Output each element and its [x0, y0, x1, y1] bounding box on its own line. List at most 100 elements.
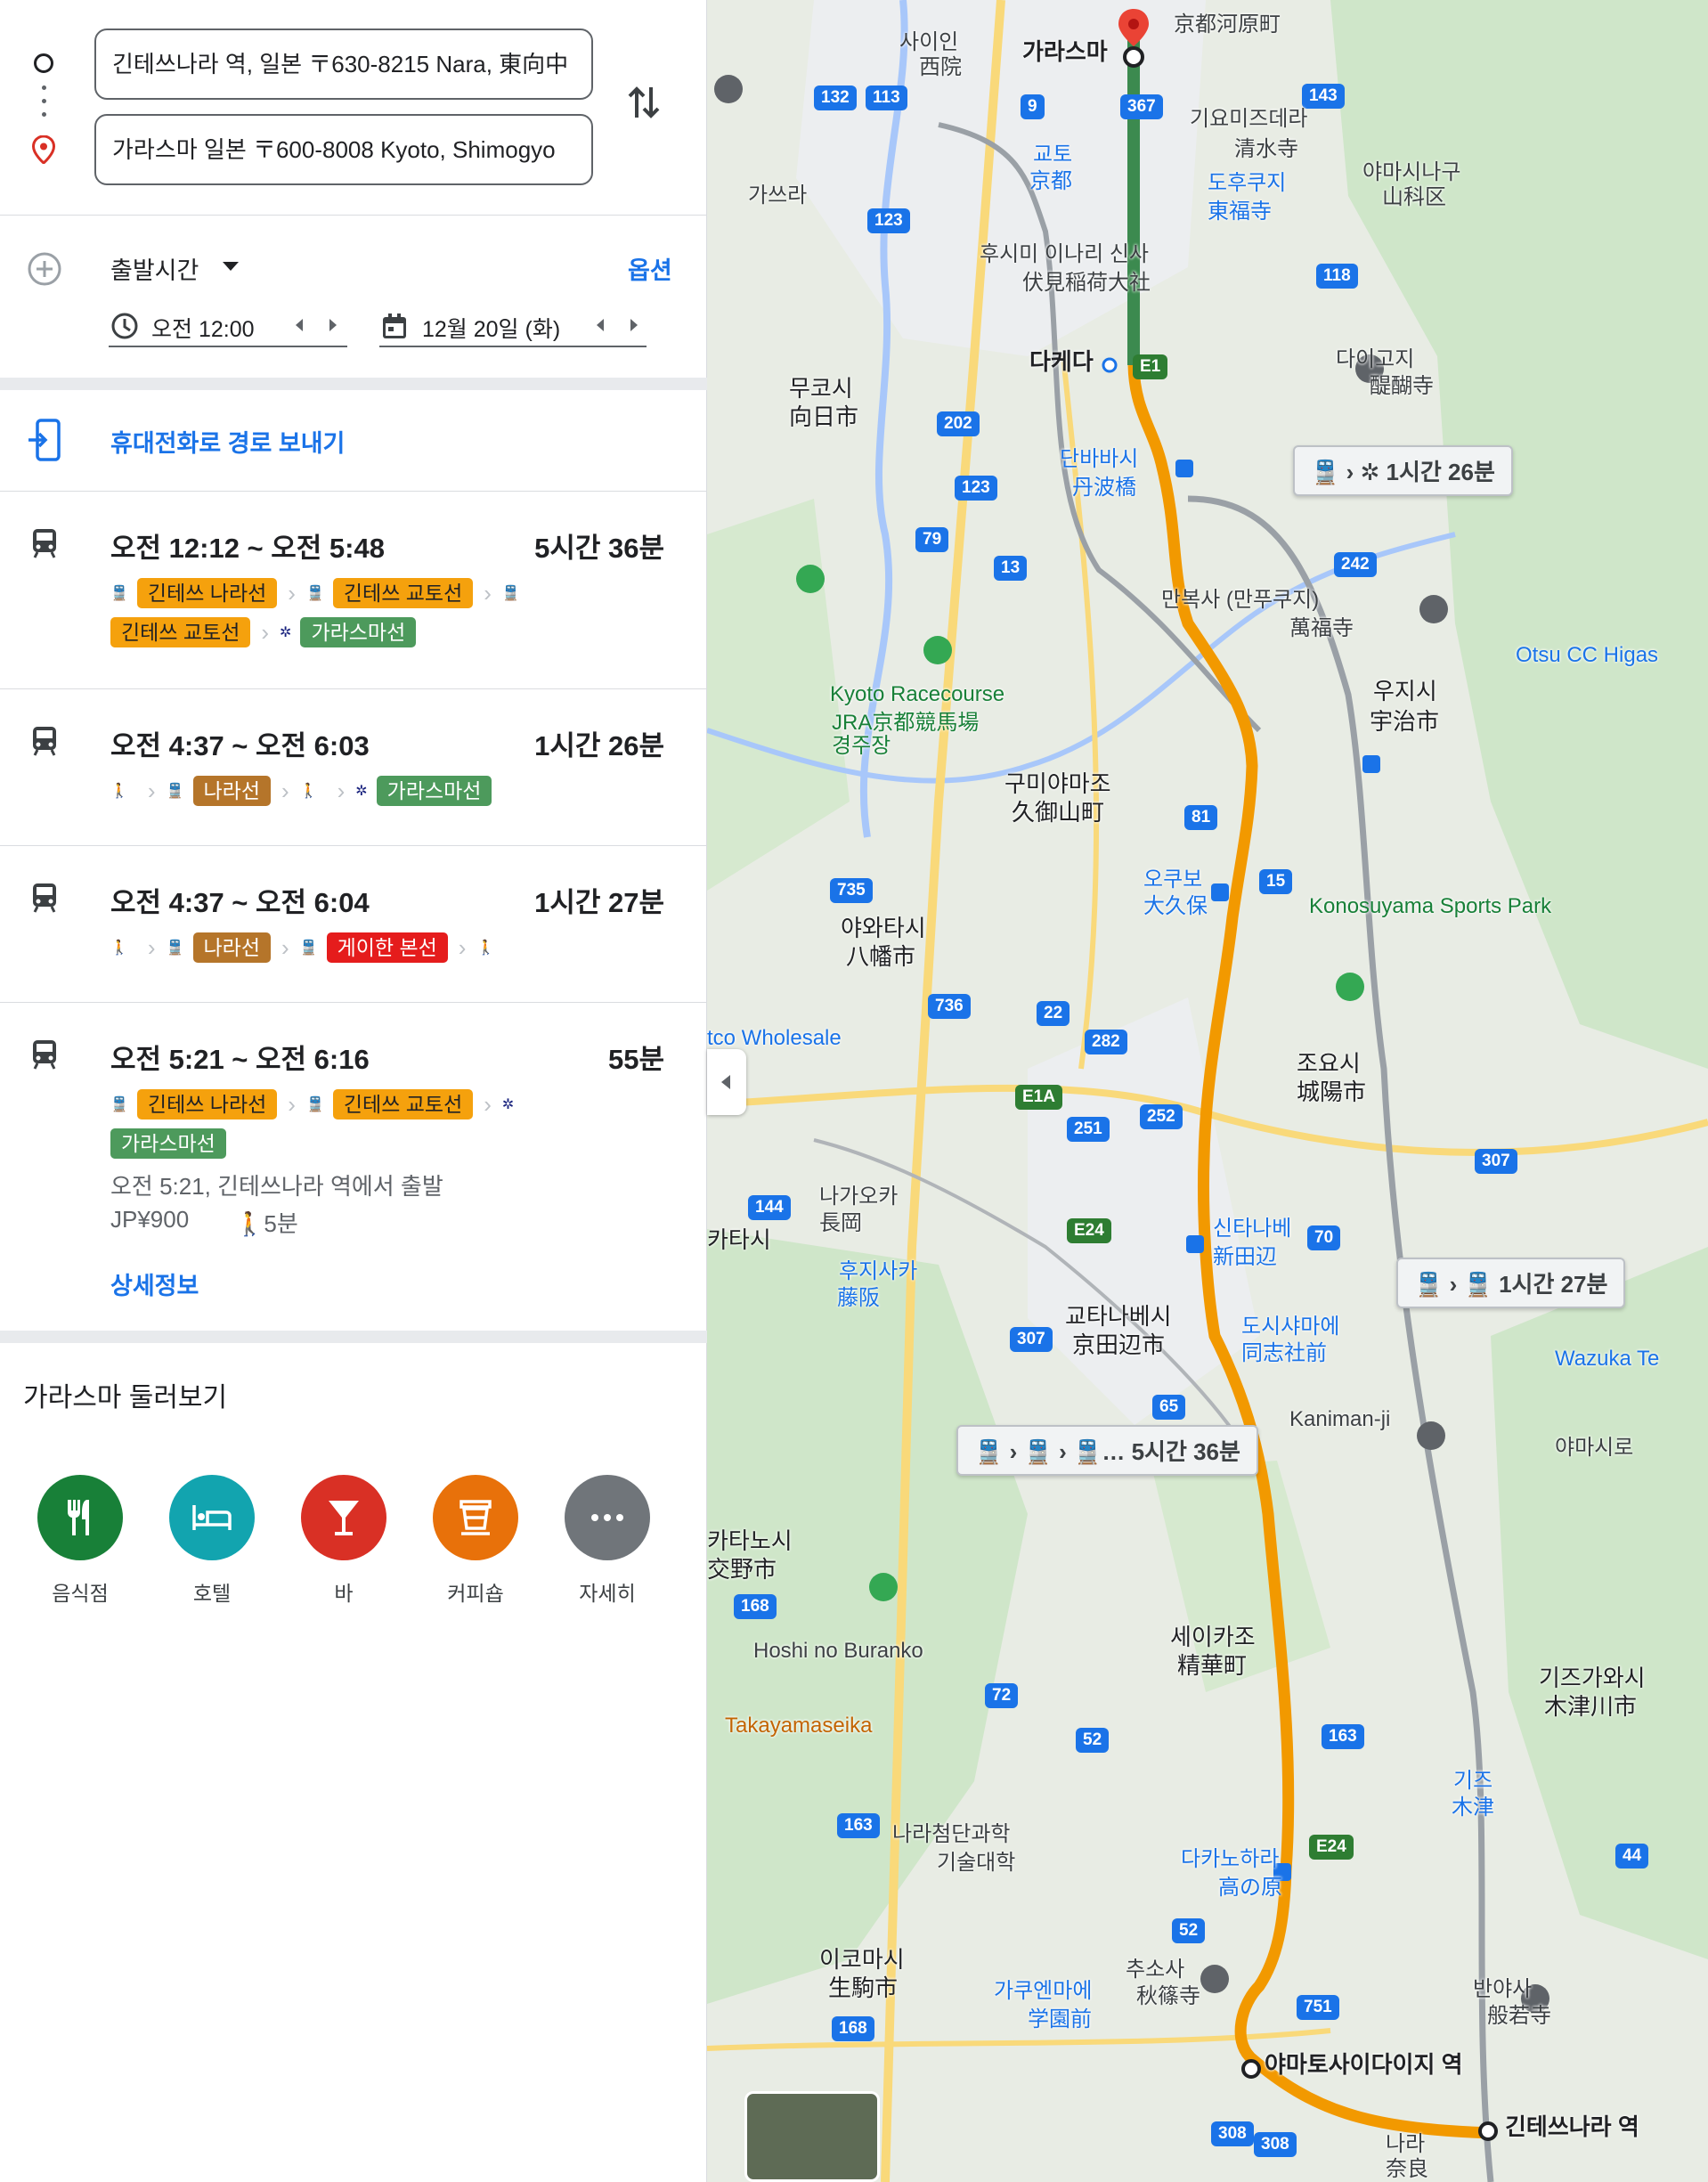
map-label: 精華町: [1177, 1652, 1248, 1679]
route-option-3[interactable]: 오전 4:37 ~ 오전 6:04 1시간 27분 🚶 › 🚆 나라선 › 🚆 …: [0, 846, 707, 1003]
route-shield: 168: [832, 2016, 874, 2041]
walk-icon: 🚶: [110, 784, 128, 799]
category-restaurant[interactable]: 음식점: [36, 1475, 125, 1607]
train-icon: 🚆: [299, 940, 318, 956]
category-label: 음식점: [52, 1582, 109, 1605]
train-icon: [33, 883, 56, 913]
map-label: 奈良: [1386, 2157, 1428, 2181]
route-shield: 15: [1259, 869, 1293, 894]
line-badge: 가라스마선: [376, 776, 492, 806]
route-shield: 72: [985, 1683, 1019, 1708]
send-to-phone-label: 휴대전화로 경로 보내기: [110, 430, 346, 457]
train-icon: 🚆: [501, 586, 520, 601]
add-destination-icon[interactable]: [27, 251, 62, 287]
destination-input[interactable]: 가라스마 일본 〒600-8008 Kyoto, Shimogyo: [94, 114, 593, 185]
category-bar[interactable]: 바: [299, 1475, 388, 1607]
map-label: 이코마시: [819, 1946, 905, 1973]
departure-mode-dropdown[interactable]: 출발시간: [110, 251, 199, 286]
route-shield: 163: [837, 1813, 880, 1838]
route-callout-3[interactable]: 🚆 › 🚆 › 🚆… 5시간 36분: [956, 1425, 1258, 1476]
category-hotel[interactable]: 호텔: [167, 1475, 256, 1607]
options-button[interactable]: 옵션: [628, 251, 672, 286]
route-shield: 308: [1254, 2132, 1297, 2157]
time-value: 오전 12:00: [151, 317, 255, 342]
map-label: 야마시나구: [1362, 160, 1461, 184]
subway-icon: ✲: [355, 784, 368, 799]
map-label: 추소사: [1126, 1958, 1185, 1982]
clock-icon: [111, 313, 138, 339]
train-icon: 🚆: [305, 586, 324, 601]
map[interactable]: 132 113 9 367 143 123 118 E1 202 123 242…: [707, 0, 1708, 2182]
route-shield: 308: [1211, 2121, 1254, 2146]
map-label: 만복사 (만푸쿠지): [1161, 588, 1320, 612]
line-badge: 긴테쓰 교토선: [332, 578, 474, 608]
route-shield: 22: [1037, 1001, 1070, 1026]
fare: JP¥900: [110, 1206, 190, 1233]
route-shield: 168: [734, 1594, 777, 1619]
send-to-phone-button[interactable]: 휴대전화로 경로 보내기: [0, 390, 707, 492]
map-label: 山科区: [1382, 185, 1446, 209]
category-label: 자세히: [579, 1582, 636, 1605]
map-label: 다이고지: [1336, 347, 1415, 371]
time-prev-icon[interactable]: [296, 319, 303, 331]
date-next-icon[interactable]: [630, 319, 638, 331]
time-next-icon[interactable]: [329, 319, 337, 331]
details-link[interactable]: 상세정보: [110, 1266, 199, 1301]
map-label: 長岡: [819, 1211, 862, 1235]
divider: [0, 1331, 707, 1343]
route-callout-1[interactable]: 🚆 › ✲ 1시간 26분: [1293, 445, 1513, 496]
map-label: 기요미즈데라: [1190, 107, 1308, 131]
map-label: 丹波橋: [1072, 476, 1136, 500]
route-times: 오전 12:12 ~ 오전 5:48: [110, 533, 385, 564]
chevron-right-icon: ›: [337, 777, 346, 804]
swap-icon[interactable]: [626, 82, 662, 123]
map-label: 新田辺: [1213, 1245, 1277, 1269]
route-shield: 123: [955, 476, 997, 501]
route-option-1[interactable]: 오전 12:12 ~ 오전 5:48 5시간 36분 🚆 긴테쓰 나라선 › 🚆…: [0, 492, 707, 689]
map-label: 나라첨단과학: [892, 1822, 1011, 1846]
train-icon: 🚆: [166, 940, 184, 956]
train-icon: 🚆 › 🚆 › 🚆…: [974, 1438, 1132, 1465]
map-label: 醍醐寺: [1370, 374, 1434, 398]
route-steps: 🚆 긴테쓰 나라선 › 🚆 긴테쓰 교토선 › ✲ 가라스마선: [110, 1085, 680, 1163]
route-option-4[interactable]: 오전 5:21 ~ 오전 6:16 55분 🚆 긴테쓰 나라선 › 🚆 긴테쓰 …: [0, 1003, 707, 1336]
walk-duration: 🚶5분: [235, 1206, 298, 1239]
chevron-down-icon[interactable]: [223, 262, 239, 271]
map-label: 京田辺市: [1072, 1331, 1166, 1358]
date-prev-icon[interactable]: [597, 319, 604, 331]
map-label: 木津: [1452, 1795, 1494, 1820]
route-shield: 282: [1085, 1030, 1127, 1054]
chevron-left-icon: [721, 1075, 730, 1089]
category-more[interactable]: 자세히: [563, 1475, 652, 1607]
route-callout-2[interactable]: 🚆 › 🚆 1시간 27분: [1396, 1258, 1626, 1308]
collapse-panel-button[interactable]: [707, 1049, 746, 1115]
station-label-yamato: 야마토사이다이지 역: [1265, 2051, 1463, 2078]
map-label: 후지사카: [839, 1259, 918, 1283]
map-label: 東福寺: [1208, 199, 1272, 224]
map-label: 伏見稲荷大社: [1022, 271, 1151, 295]
line-badge: 게이한 본선: [326, 932, 448, 963]
origin-circle-icon: [34, 53, 53, 73]
map-label: 세이카조: [1170, 1624, 1256, 1650]
train-icon: [33, 727, 56, 756]
route-option-2[interactable]: 오전 4:37 ~ 오전 6:03 1시간 26분 🚶 › 🚆 나라선 › 🚶 …: [0, 689, 707, 846]
map-label: 生駒市: [828, 1974, 899, 2001]
line-badge: 가라스마선: [300, 617, 417, 647]
callout-duration: 1시간 27분: [1499, 1271, 1608, 1298]
map-label: 西院: [919, 55, 962, 79]
map-label: 京都: [1029, 169, 1072, 193]
map-label: Kyoto Racecourse: [830, 682, 1005, 706]
map-label: 清水寺: [1234, 137, 1298, 161]
line-badge: 나라선: [192, 932, 271, 963]
date-picker[interactable]: 12월 20일 (화): [379, 306, 647, 347]
subway-icon: ✲: [280, 625, 292, 640]
route-times: 오전 4:37 ~ 오전 6:04: [110, 887, 370, 918]
route-times: 오전 5:21 ~ 오전 6:16: [110, 1044, 370, 1075]
satellite-layer-thumbnail[interactable]: [744, 2091, 880, 2182]
origin-input[interactable]: 긴테쓰나라 역, 일본 〒630-8215 Nara, 東向中: [94, 28, 593, 100]
category-coffee[interactable]: 커피숍: [431, 1475, 520, 1607]
time-picker[interactable]: 오전 12:00: [109, 306, 347, 347]
map-label: 京都河原町: [1174, 12, 1281, 37]
chevron-right-icon: ›: [281, 777, 289, 804]
route-steps: 🚆 긴테쓰 나라선 › 🚆 긴테쓰 교토선 › 🚆 긴테쓰 교토선 › ✲ 가라…: [110, 574, 680, 652]
